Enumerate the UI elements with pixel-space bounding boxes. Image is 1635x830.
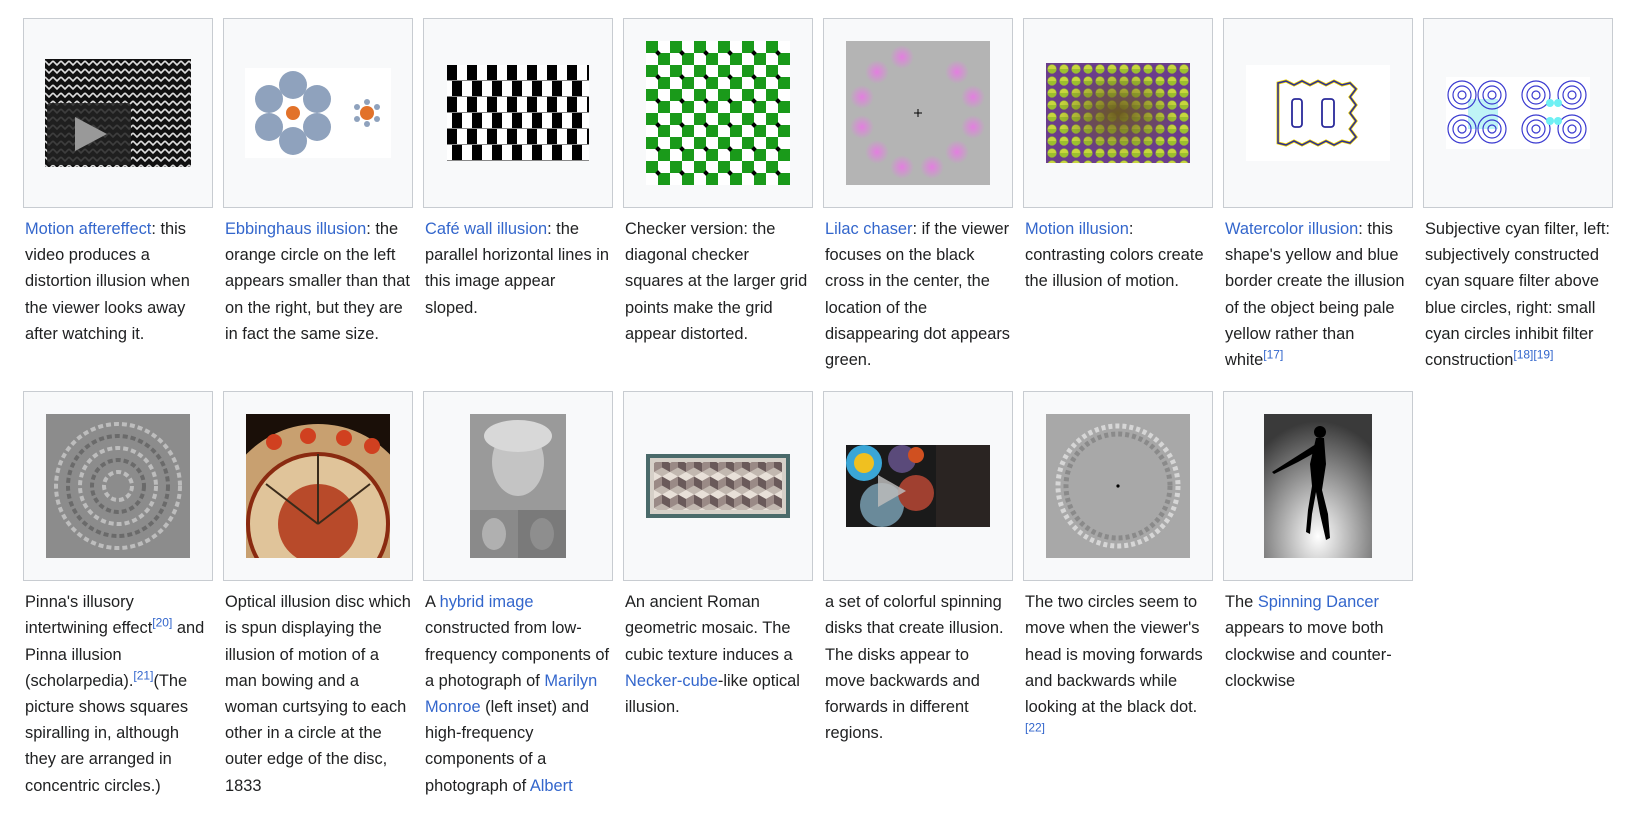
gallery-item-watercolor: Watercolor illusion: this shape's yellow…	[1223, 18, 1413, 373]
citation-21[interactable]: [21]	[133, 668, 153, 682]
gallery-item-spinning-dancer: The Spinning Dancer appears to move both…	[1223, 391, 1413, 799]
link-hybrid-image[interactable]: hybrid image	[440, 593, 534, 611]
citation-20[interactable]: [20]	[152, 616, 172, 630]
image-thumbnail[interactable]	[623, 18, 813, 208]
image-thumbnail[interactable]	[1023, 18, 1213, 208]
link-lilac-chaser[interactable]: Lilac chaser	[825, 220, 912, 238]
link-ebbinghaus-illusion[interactable]: Ebbinghaus illusion	[225, 220, 366, 238]
gallery-item-two-circles: The two circles seem to move when the vi…	[1023, 391, 1213, 799]
link-motion-aftereffect[interactable]: Motion aftereffect	[25, 220, 151, 238]
link-spinning-dancer[interactable]: Spinning Dancer	[1258, 593, 1379, 611]
caption: Motion aftereffect: this video produces …	[25, 220, 190, 343]
image-thumbnail[interactable]	[1423, 18, 1613, 208]
caption: Ebbinghaus illusion: the orange circle o…	[225, 220, 410, 343]
caption: Optical illusion disc which is spun disp…	[225, 593, 411, 795]
gallery-item-subjective-cyan-filter: Subjective cyan filter, left: subjective…	[1423, 18, 1613, 373]
caption: Subjective cyan filter, left: subjective…	[1425, 220, 1610, 370]
image-thumbnail[interactable]	[623, 391, 813, 582]
gallery-item-motion-illusion: Motion illusion: contrasting colors crea…	[1023, 18, 1213, 373]
caption: The two circles seem to move when the vi…	[1025, 593, 1203, 735]
gallery-item-optical-disc: Optical illusion disc which is spun disp…	[223, 391, 413, 799]
gallery-row-1: Motion aftereffect: this video produces …	[23, 18, 1623, 373]
gallery-item-ebbinghaus: Ebbinghaus illusion: the orange circle o…	[223, 18, 413, 373]
link-necker-cube[interactable]: Necker-cube	[625, 672, 718, 690]
gallery-item-spinning-disks: a set of colorful spinning disks that cr…	[823, 391, 1013, 799]
caption: A hybrid image constructed from low-freq…	[425, 593, 610, 795]
caption: Lilac chaser: if the viewer focuses on t…	[825, 220, 1010, 370]
image-thumbnail[interactable]	[223, 391, 413, 582]
video-thumbnail[interactable]	[23, 18, 213, 208]
caption: Checker version: the diagonal checker sq…	[625, 220, 808, 343]
caption: An ancient Roman geometric mosaic. The c…	[625, 593, 800, 717]
caption: a set of colorful spinning disks that cr…	[825, 593, 1004, 743]
citation-18[interactable]: [18]	[1513, 348, 1533, 362]
citation-19[interactable]: [19]	[1533, 348, 1553, 362]
image-thumbnail[interactable]	[423, 391, 613, 582]
gallery-item-lilac-chaser: Lilac chaser: if the viewer focuses on t…	[823, 18, 1013, 373]
gallery-item-pinna-illusion: Pinna's illusory intertwining effect[20]…	[23, 391, 213, 799]
caption: Motion illusion: contrasting colors crea…	[1025, 220, 1204, 291]
video-thumbnail[interactable]	[823, 391, 1013, 582]
illusion-gallery: Motion aftereffect: this video produces …	[23, 18, 1623, 799]
caption: Watercolor illusion: this shape's yellow…	[1225, 220, 1405, 370]
image-thumbnail[interactable]	[1223, 18, 1413, 208]
caption: The Spinning Dancer appears to move both…	[1225, 593, 1392, 690]
image-thumbnail[interactable]	[823, 18, 1013, 208]
gallery-item-roman-mosaic: An ancient Roman geometric mosaic. The c…	[623, 391, 813, 799]
caption: Pinna's illusory intertwining effect[20]…	[25, 593, 205, 795]
image-thumbnail[interactable]	[423, 18, 613, 208]
citation-17[interactable]: [17]	[1263, 348, 1283, 362]
gallery-item-cafe-wall: Café wall illusion: the parallel horizon…	[423, 18, 613, 373]
gallery-item-motion-aftereffect: Motion aftereffect: this video produces …	[23, 18, 213, 373]
image-thumbnail[interactable]	[1223, 391, 1413, 582]
image-thumbnail[interactable]	[223, 18, 413, 208]
gallery-item-checker: Checker version: the diagonal checker sq…	[623, 18, 813, 373]
link-watercolor-illusion[interactable]: Watercolor illusion	[1225, 220, 1358, 238]
link-albert[interactable]: Albert	[530, 777, 573, 795]
image-thumbnail[interactable]	[1023, 391, 1213, 582]
caption: Café wall illusion: the parallel horizon…	[425, 220, 610, 317]
gallery-row-2: Pinna's illusory intertwining effect[20]…	[23, 391, 1623, 799]
link-motion-illusion[interactable]: Motion illusion	[1025, 220, 1129, 238]
link-cafe-wall-illusion[interactable]: Café wall illusion	[425, 220, 547, 238]
gallery-item-hybrid-image: A hybrid image constructed from low-freq…	[423, 391, 613, 799]
citation-22[interactable]: [22]	[1025, 721, 1045, 735]
image-thumbnail[interactable]	[23, 391, 213, 582]
